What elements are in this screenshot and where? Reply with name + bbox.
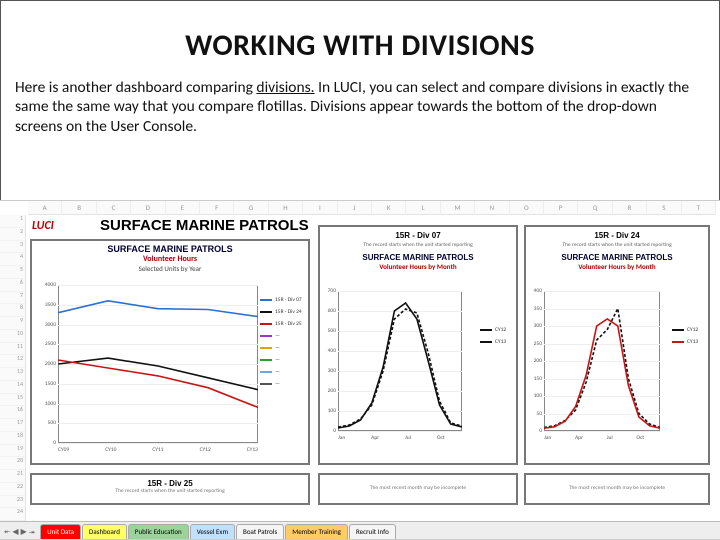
panel-cutoff-1-text: The most recent month may be incomplete xyxy=(320,475,516,491)
legend-entry: — xyxy=(260,381,304,387)
spreadsheet-column-headers: ABCDEFGHIJKLMNOPQRST xyxy=(28,201,716,215)
spreadsheet-row-headers: 123456789101112131415161718192021222324 xyxy=(0,215,26,521)
legend-entry: CY12 xyxy=(480,327,512,333)
sheet-area: LUCI SURFACE MARINE PATROLS SURFACE MARI… xyxy=(28,217,716,519)
legend-yearly: 15R - Div 07 15R - Div 24 15R - Div 25 — — — —… xyxy=(260,297,304,393)
panel-div24: 15R - Div 24 The record starts when the … xyxy=(524,225,710,465)
panel-div24-h2: Volunteer Hours by Month xyxy=(526,262,708,271)
sheet-tabs-bar: ⯬ ◀ ▶ ⯮ Unit DataDashboardPublic Educati… xyxy=(0,521,720,539)
legend-div07: CY12 CY13 xyxy=(480,327,512,351)
tab-nav[interactable]: ⯬ ◀ ▶ ⯮ xyxy=(0,527,39,539)
panel-div24-sub: The record starts when the unit started … xyxy=(526,240,708,250)
legend-entry: CY13 xyxy=(480,339,512,345)
panel-cutoff-2: The most recent month may be incomplete xyxy=(524,473,710,505)
panel-div24-h1: SURFACE MARINE PATROLS xyxy=(526,250,708,262)
tab-nav-next-icon[interactable]: ▶ xyxy=(21,527,27,537)
tab-nav-prev-icon[interactable]: ◀ xyxy=(12,527,18,537)
embedded-screenshot: ABCDEFGHIJKLMNOPQRST 1234567891011121314… xyxy=(0,200,720,540)
panel-yearly-h2: Volunteer Hours xyxy=(32,254,308,264)
plot-yearly: 05001000150020002500300035004000CY09CY10… xyxy=(58,285,258,443)
panel-div24-title: 15R - Div 24 xyxy=(526,227,708,240)
panel-yearly-h3: Selected Units by Year xyxy=(32,264,308,273)
slide-title: WORKING WITH DIVISIONS xyxy=(1,27,719,64)
luci-logo: LUCI xyxy=(32,219,54,233)
panel-div07-title: 15R - Div 07 xyxy=(320,227,516,240)
legend-entry: 15R - Div 25 xyxy=(260,321,304,327)
panel-yearly: SURFACE MARINE PATROLS Volunteer Hours S… xyxy=(30,239,310,465)
panel-div25-sub: The record starts when the unit started … xyxy=(32,488,308,494)
panel-yearly-h1: SURFACE MARINE PATROLS xyxy=(32,241,308,254)
sheet-tab[interactable]: Dashboard xyxy=(82,524,127,539)
panel-cutoff-2-text: The most recent month may be incomplete xyxy=(526,475,708,491)
sheet-tab[interactable]: Recruit Info xyxy=(349,524,396,539)
panel-div25-title: 15R - Div 25 xyxy=(32,475,308,488)
sheet-tab[interactable]: Vessel Exm xyxy=(190,524,235,539)
panel-div07-h1: SURFACE MARINE PATROLS xyxy=(320,250,516,262)
panel-div25-cutoff: 15R - Div 25 The record starts when the … xyxy=(30,473,310,505)
tab-nav-last-icon[interactable]: ⯮ xyxy=(29,527,35,537)
legend-entry: — xyxy=(260,369,304,375)
plot-div07: 0100200300400500600700JanAprJulOct xyxy=(338,291,462,431)
slide-body-pre: Here is another dashboard comparing xyxy=(15,78,256,97)
slide-body: Here is another dashboard comparing divi… xyxy=(1,78,719,150)
panel-div07-sub: The record starts when the unit started … xyxy=(320,240,516,250)
legend-div24: CY12 CY13 xyxy=(672,327,704,351)
legend-entry: — xyxy=(260,333,304,339)
legend-entry: CY12 xyxy=(672,327,704,333)
sheet-tab[interactable]: Boat Patrols xyxy=(236,524,284,539)
panel-cutoff-1: The most recent month may be incomplete xyxy=(318,473,518,505)
plot-div24: 050100150200250300350400JanAprJulOct xyxy=(544,291,660,431)
sheet-tab[interactable]: Member Training xyxy=(285,524,348,539)
tab-nav-first-icon[interactable]: ⯬ xyxy=(4,527,10,537)
legend-entry: — xyxy=(260,345,304,351)
sheet-tab[interactable]: Public Education xyxy=(128,524,189,539)
legend-entry: 15R - Div 07 xyxy=(260,297,304,303)
panel-div07-h2: Volunteer Hours by Month xyxy=(320,262,516,271)
legend-entry: — xyxy=(260,357,304,363)
legend-entry: CY13 xyxy=(672,339,704,345)
dashboard-title: SURFACE MARINE PATROLS xyxy=(100,217,309,234)
sheet-tab[interactable]: Unit Data xyxy=(40,524,81,539)
panel-div07: 15R - Div 07 The record starts when the … xyxy=(318,225,518,465)
slide-body-underline: divisions. xyxy=(256,78,314,97)
legend-entry: 15R - Div 24 xyxy=(260,309,304,315)
